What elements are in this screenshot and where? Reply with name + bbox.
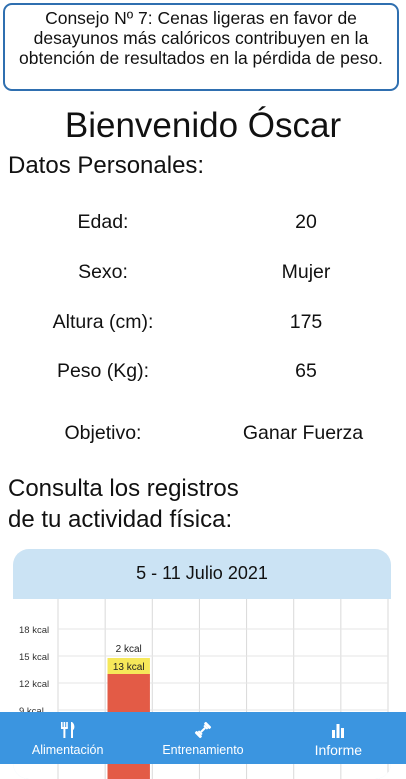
nav-item-alimentacion[interactable]: Alimentación bbox=[0, 712, 135, 764]
chart-week-title: 5 - 11 Julio 2021 bbox=[136, 563, 268, 583]
row-value: Ganar Fuerza bbox=[242, 422, 364, 444]
row-label: Peso (Kg): bbox=[56, 360, 150, 382]
activity-title-line1: Consulta los registros bbox=[8, 475, 239, 502]
row-label: Objetivo: bbox=[64, 422, 142, 444]
dumbbell-icon bbox=[194, 721, 212, 739]
tip-text: Consejo Nº 7: Cenas ligeras en favor de … bbox=[19, 8, 383, 68]
row-value: 175 bbox=[289, 311, 323, 333]
bottom-nav: Alimentación Entrenamiento Informe bbox=[0, 712, 406, 764]
bar-top-label: 2 kcal bbox=[116, 644, 142, 655]
welcome-heading: Bienvenido Óscar bbox=[64, 106, 342, 145]
fork-knife-icon bbox=[60, 722, 75, 738]
row-label: Sexo: bbox=[78, 261, 128, 283]
nav-label: Informe bbox=[314, 742, 363, 758]
bar-chart-icon bbox=[332, 724, 345, 738]
activity-title-line2: de tu actividad física: bbox=[8, 506, 233, 533]
nav-item-entrenamiento[interactable]: Entrenamiento bbox=[135, 712, 270, 764]
personal-row-weight: Peso (Kg): 65 bbox=[0, 358, 406, 384]
personal-row-sex: Sexo: Mujer bbox=[0, 259, 406, 285]
y-tick-label: 15 kcal bbox=[19, 652, 49, 663]
bar-data-label: 13 kcal bbox=[113, 662, 145, 673]
nav-label: Alimentación bbox=[31, 743, 104, 757]
y-tick-label: 18 kcal bbox=[19, 625, 49, 636]
tip-banner: Consejo Nº 7: Cenas ligeras en favor de … bbox=[3, 3, 399, 91]
row-label: Edad: bbox=[77, 211, 129, 233]
row-value: 20 bbox=[295, 211, 317, 233]
nav-label: Entrenamiento bbox=[162, 743, 244, 757]
personal-row-height: Altura (cm): 175 bbox=[0, 309, 406, 335]
row-label: Altura (cm): bbox=[52, 311, 154, 333]
row-value: 65 bbox=[295, 360, 317, 382]
row-value: Mujer bbox=[281, 261, 331, 283]
personal-row-goal: Objetivo: Ganar Fuerza bbox=[0, 420, 406, 446]
personal-data-title: Datos Personales: bbox=[8, 152, 205, 179]
nav-item-informe[interactable]: Informe bbox=[271, 712, 406, 764]
y-tick-label: 12 kcal bbox=[19, 679, 49, 690]
personal-row-age: Edad: 20 bbox=[0, 209, 406, 235]
